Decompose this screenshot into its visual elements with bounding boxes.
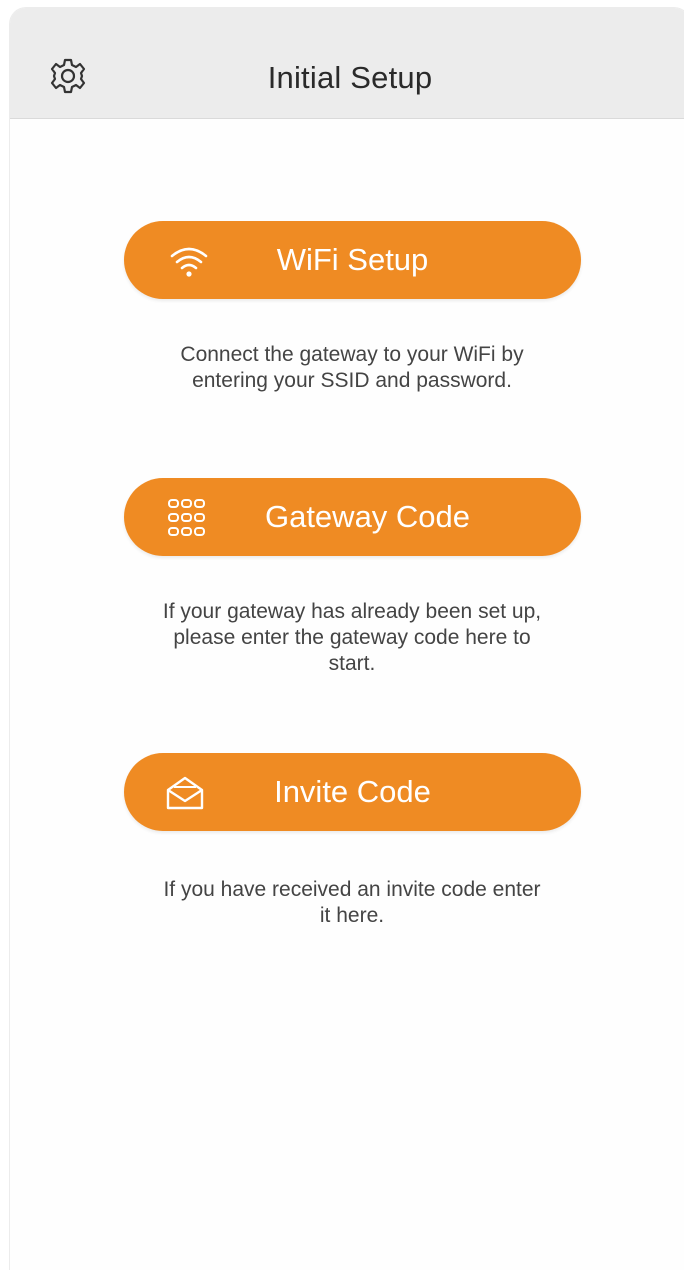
invite-code-button[interactable]: Invite Code <box>124 753 581 831</box>
gateway-code-button[interactable]: Gateway Code <box>124 478 581 556</box>
wifi-setup-button[interactable]: WiFi Setup <box>124 221 581 299</box>
description-line: If you have received an invite code ente… <box>163 878 541 901</box>
description-line: start. <box>328 652 376 675</box>
wifi-setup-label: WiFi Setup <box>276 242 429 277</box>
invite-code-description: If you have received an invite code ente… <box>110 877 594 929</box>
app-screen: Initial Setup WiFi Setup Connect the gat… <box>10 8 684 1270</box>
description-line: entering your SSID and password. <box>192 369 512 392</box>
wifi-setup-description: Connect the gateway to your WiFi by ente… <box>110 342 594 394</box>
gateway-code-description: If your gateway has already been set up,… <box>110 599 594 677</box>
gateway-code-label: Gateway Code <box>264 499 471 534</box>
description-line: If your gateway has already been set up, <box>162 600 542 623</box>
description-line: it here. <box>319 904 385 927</box>
invite-code-label: Invite Code <box>274 774 431 809</box>
description-line: please enter the gateway code here to <box>173 626 531 649</box>
description-line: Connect the gateway to your WiFi by <box>180 343 524 366</box>
page-title: Initial Setup <box>267 60 433 95</box>
navigation-bar: Initial Setup <box>10 8 684 119</box>
